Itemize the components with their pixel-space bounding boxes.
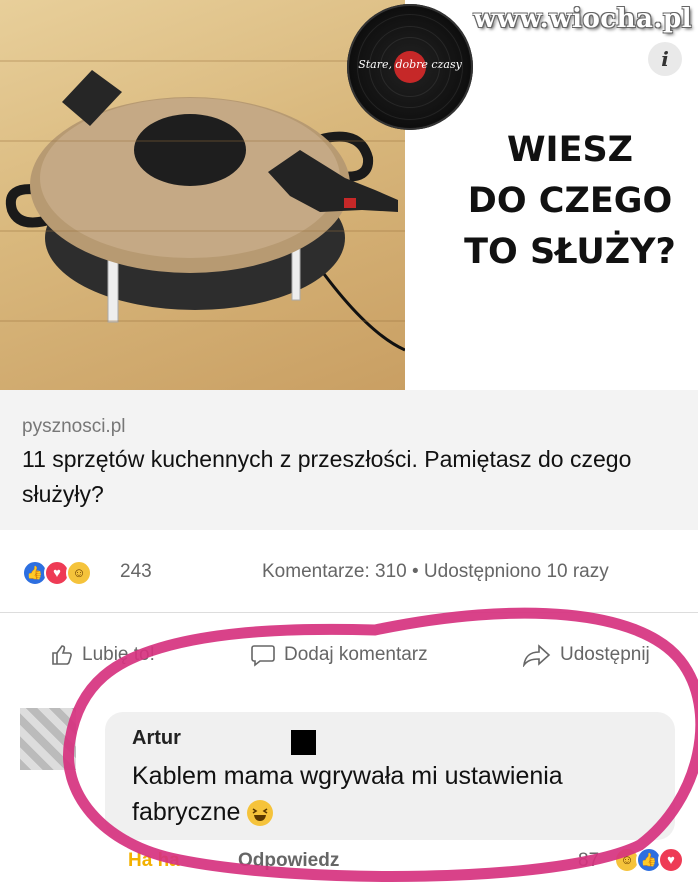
headline-line: DO CZEGO: [467, 181, 673, 221]
redaction-box: [291, 730, 316, 755]
like-thumb-icon: [52, 645, 72, 665]
info-icon[interactable]: i: [648, 42, 682, 76]
haha-reaction-icon: ☺: [66, 560, 92, 586]
link-title[interactable]: 11 sprzętów kuchennych z przeszłości. Pa…: [22, 442, 692, 512]
wood-plank: [0, 230, 405, 232]
image-headline: WIESZ DO CZEGO TO SŁUŻY?: [450, 125, 690, 278]
share-button[interactable]: Udostępnij: [522, 643, 650, 667]
headline-line: WIESZ: [506, 130, 634, 170]
comments-shares-count[interactable]: Komentarze: 310 • Udostępniono 10 razy: [262, 561, 609, 583]
avatar[interactable]: [20, 708, 76, 770]
share-label: Udostępnij: [560, 644, 650, 666]
wood-plank: [0, 140, 405, 142]
laughing-emoji-icon: [247, 800, 274, 827]
reaction-count[interactable]: 243: [120, 561, 152, 583]
like-label: Lubię to!: [82, 644, 155, 666]
vinyl-record-logo: Stare, dobre czasy: [347, 4, 473, 130]
wood-plank: [0, 320, 405, 322]
comment-author[interactable]: Artur: [132, 727, 181, 750]
comment-bubble-icon: [251, 645, 275, 667]
reply-link[interactable]: Odpowiedz: [238, 850, 339, 872]
comment-reaction-count[interactable]: 87: [578, 850, 599, 872]
love-reaction-icon: ♥: [658, 847, 684, 873]
comment-button[interactable]: Dodaj komentarz: [250, 643, 428, 667]
headline-line: TO SŁUŻY?: [464, 232, 676, 272]
link-domain: pysznosci.pl: [22, 416, 126, 437]
comment-reaction-icons[interactable]: ☺ 👍 ♥: [614, 847, 694, 875]
comment-text: Kablem mama wgrywała mi ustawienia fabry…: [132, 758, 672, 830]
record-label-text: Stare, dobre czasy: [358, 58, 462, 71]
share-arrow-icon: [522, 644, 551, 667]
pot-illustration: [5, 70, 405, 352]
like-button[interactable]: Lubię to!: [50, 643, 155, 667]
wood-plank: [0, 60, 405, 62]
post-photo: [0, 0, 405, 390]
site-watermark: www.wiocha.pl: [473, 4, 692, 34]
divider: [0, 612, 698, 613]
comment-body: Kablem mama wgrywała mi ustawienia fabry…: [132, 762, 563, 826]
reply-reaction-link[interactable]: Ha ha: [128, 850, 180, 872]
comment-label: Dodaj komentarz: [284, 644, 428, 666]
